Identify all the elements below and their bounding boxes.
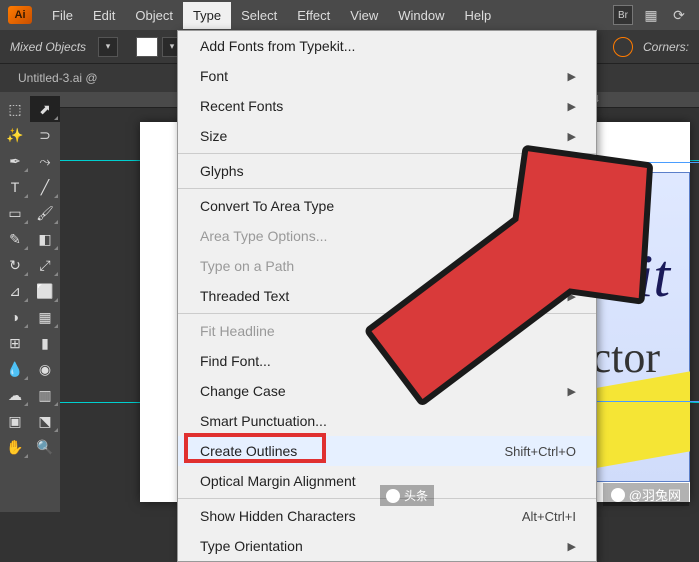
shortcut-label: Shift+Ctrl+O [504,444,576,459]
menuitem-type-orientation[interactable]: Type Orientation▶ [178,531,596,561]
lasso-tool-icon[interactable]: ⊃ [30,122,60,148]
magic-wand-tool-icon[interactable]: ✨ [0,122,30,148]
menu-type[interactable]: Type [183,2,231,29]
menu-separator [178,188,596,189]
menu-select[interactable]: Select [231,2,287,29]
menuitem-recent-fonts[interactable]: Recent Fonts▶ [178,91,596,121]
selection-tool-icon[interactable]: ⬚ [0,96,30,122]
menuitem-create-outlines[interactable]: Create OutlinesShift+Ctrl+O [178,436,596,466]
menuitem-fit-headline: Fit Headline [178,316,596,346]
app-logo-icon: Ai [8,6,32,24]
width-tool-icon[interactable]: ⊿ [0,278,30,304]
menu-help[interactable]: Help [454,2,501,29]
submenu-arrow-icon: ▶ [568,100,576,113]
menuitem-font[interactable]: Font▶ [178,61,596,91]
menuitem-find-font[interactable]: Find Font... [178,346,596,376]
eyedropper-tool-icon[interactable]: 💧 [0,356,30,382]
menu-window[interactable]: Window [388,2,454,29]
eraser-tool-icon[interactable]: ◧ [30,226,60,252]
type-menu-dropdown: Add Fonts from Typekit... Font▶ Recent F… [177,30,597,562]
menu-separator [178,313,596,314]
options-dropdown[interactable]: ▾ [98,37,118,57]
submenu-arrow-icon: ▶ [568,130,576,143]
menuitem-smart-punctuation[interactable]: Smart Punctuation... [178,406,596,436]
artboard-tool-icon[interactable]: ▣ [0,408,30,434]
corners-label: Corners: [643,40,689,54]
submenu-arrow-icon: ▶ [568,70,576,83]
submenu-arrow-icon: ▶ [568,385,576,398]
submenu-arrow-icon: ▶ [568,290,576,303]
hand-tool-icon[interactable]: ✋ [0,434,30,460]
menuitem-area-type-options: Area Type Options... [178,221,596,251]
free-transform-tool-icon[interactable]: ⬜ [30,278,60,304]
document-tab[interactable]: Untitled-3.ai @ [10,67,106,89]
menu-effect[interactable]: Effect [287,2,340,29]
menu-view[interactable]: View [340,2,388,29]
watermark-logo-icon [611,488,625,502]
menuitem-add-fonts-typekit[interactable]: Add Fonts from Typekit... [178,31,596,61]
gradient-tool-icon[interactable]: ▮ [30,330,60,356]
direct-selection-tool-icon[interactable]: ⬈ [30,96,60,122]
bridge-icon[interactable]: Br [613,5,633,25]
menu-file[interactable]: File [42,2,83,29]
rotate-tool-icon[interactable]: ↻ [0,252,30,278]
curvature-tool-icon[interactable]: ⤳ [30,148,60,174]
pencil-tool-icon[interactable]: ✎ [0,226,30,252]
perspective-tool-icon[interactable]: ▦ [30,304,60,330]
record-icon[interactable] [613,37,633,57]
watermark-logo-icon [386,489,400,503]
arrange-docs-icon[interactable]: ▦ [641,5,661,25]
slice-tool-icon[interactable]: ⬔ [30,408,60,434]
menu-object[interactable]: Object [125,2,183,29]
watermark-right: @羽兔网 [603,483,689,506]
pen-tool-icon[interactable]: ✒ [0,148,30,174]
tool-panel: ⬚⬈ ✨⊃ ✒⤳ T╱ ▭🖌 ✎◧ ↻⤢ ⊿⬜ ◑▦ ⊞▮ 💧◉ ☁▥ ▣⬔ ✋… [0,92,60,512]
submenu-arrow-icon: ▶ [568,540,576,553]
menu-separator [178,153,596,154]
type-tool-icon[interactable]: T [0,174,30,200]
submenu-arrow-icon: ▶ [568,260,576,273]
menuitem-type-on-path: Type on a Path▶ [178,251,596,281]
blend-tool-icon[interactable]: ◉ [30,356,60,382]
menuitem-change-case[interactable]: Change Case▶ [178,376,596,406]
sync-icon[interactable]: ⟳ [669,5,689,25]
graph-tool-icon[interactable]: ▥ [30,382,60,408]
menuitem-glyphs[interactable]: Glyphs [178,156,596,186]
watermark-left: 头条 [380,485,434,506]
mesh-tool-icon[interactable]: ⊞ [0,330,30,356]
brush-tool-icon[interactable]: 🖌 [30,200,60,226]
line-tool-icon[interactable]: ╱ [30,174,60,200]
shortcut-label: Alt+Ctrl+I [522,509,576,524]
menuitem-convert-area-type[interactable]: Convert To Area Type [178,191,596,221]
menu-edit[interactable]: Edit [83,2,125,29]
menubar: Ai File Edit Object Type Select Effect V… [0,0,699,30]
selection-info-label: Mixed Objects [10,40,86,54]
fill-picker[interactable] [136,37,158,57]
rectangle-tool-icon[interactable]: ▭ [0,200,30,226]
shape-builder-tool-icon[interactable]: ◑ [0,304,30,330]
menuitem-size[interactable]: Size▶ [178,121,596,151]
menuitem-threaded-text[interactable]: Threaded Text▶ [178,281,596,311]
zoom-tool-icon[interactable]: 🔍 [30,434,60,460]
scale-tool-icon[interactable]: ⤢ [30,252,60,278]
symbol-tool-icon[interactable]: ☁ [0,382,30,408]
